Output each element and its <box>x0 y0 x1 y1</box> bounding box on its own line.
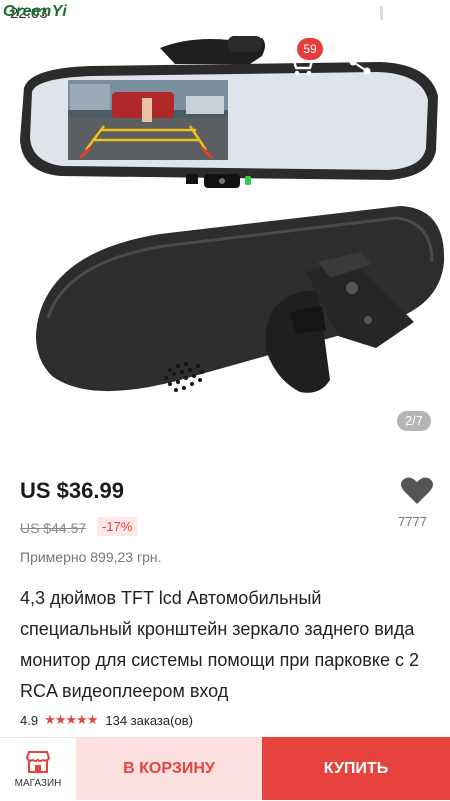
buy-now-button[interactable]: КУПИТЬ <box>262 737 450 800</box>
battery-icon <box>390 6 418 20</box>
wishlist-count: 7777 <box>398 514 427 529</box>
status-icons: 36 <box>314 4 442 22</box>
back-arrow-icon <box>21 51 46 73</box>
store-button[interactable]: МАГАЗИН <box>0 737 76 801</box>
status-bar: 22:03 GreenYi 36 <box>0 0 450 28</box>
approximate-price: Примерно 899,23 грн. <box>20 549 162 565</box>
share-button[interactable] <box>342 44 378 80</box>
wishlist-button[interactable] <box>400 476 434 506</box>
brand-watermark: GreenYi <box>3 3 68 20</box>
orders-count: 134 заказа(ов) <box>105 712 193 728</box>
share-icon <box>349 49 371 75</box>
battery-level: 36 <box>424 4 442 21</box>
discount-badge: -17% <box>97 517 138 536</box>
store-label: МАГАЗИН <box>14 778 62 789</box>
product-title: 4,3 дюймов TFT lcd Автомобильный специал… <box>20 588 419 701</box>
heart-icon <box>401 477 433 504</box>
bottom-action-bar: МАГАЗИН В КОРЗИНУ КУПИТЬ <box>0 737 450 801</box>
product-image-gallery[interactable]: 2/7 <box>0 0 450 450</box>
gallery-page-indicator: 2/7 <box>397 411 431 431</box>
product-image <box>20 36 445 393</box>
old-price: US $44.57 <box>20 520 87 536</box>
store-icon <box>25 751 51 773</box>
rating-row[interactable]: 4.9 ★★★★★ 134 заказа(ов) <box>20 712 193 728</box>
current-price: US $36.99 <box>20 478 124 503</box>
back-button[interactable] <box>16 44 52 80</box>
rating-value: 4.9 <box>20 712 39 728</box>
cart-count-badge: 59 <box>297 38 323 60</box>
wifi-icon <box>314 6 332 18</box>
signal-icon-2 <box>365 6 384 20</box>
add-to-cart-button[interactable]: В КОРЗИНУ <box>76 737 262 800</box>
signal-icon <box>339 6 358 20</box>
rating-stars: ★★★★★ <box>44 712 98 727</box>
